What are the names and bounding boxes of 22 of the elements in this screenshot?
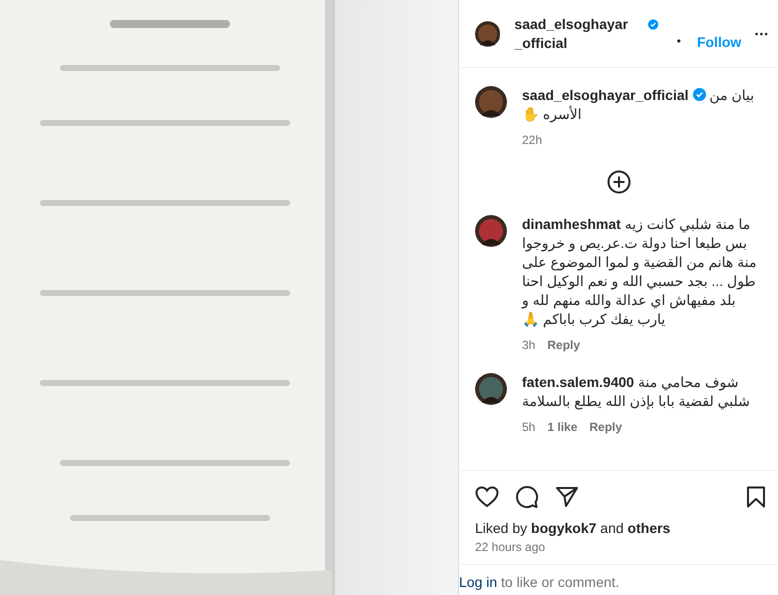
- bookmark-icon[interactable]: [746, 486, 766, 508]
- reply-button[interactable]: Reply: [547, 337, 580, 353]
- timestamp: 5h: [522, 419, 536, 435]
- heart-icon[interactable]: [475, 486, 499, 508]
- timestamp: 3h: [522, 337, 536, 353]
- reply-button[interactable]: Reply: [589, 419, 622, 435]
- follow-button[interactable]: Follow: [696, 34, 742, 50]
- like-count[interactable]: 1 like: [547, 419, 578, 435]
- login-link[interactable]: Log in: [459, 574, 498, 590]
- username[interactable]: saad_elsoghayar_official: [514, 14, 630, 52]
- more-icon[interactable]: [755, 32, 768, 36]
- separator: •: [676, 34, 681, 48]
- send-icon[interactable]: [555, 486, 579, 508]
- avatar[interactable]: [475, 215, 507, 247]
- comment-icon[interactable]: [515, 485, 539, 509]
- avatar[interactable]: [475, 86, 507, 118]
- avatar[interactable]: [475, 373, 507, 405]
- timestamp: 22h: [522, 132, 542, 148]
- load-more-icon[interactable]: [606, 170, 630, 194]
- login-prompt: Log in to like or comment.: [459, 574, 620, 590]
- post-time: 22 hours ago: [474, 539, 546, 555]
- likes-text: Liked by bogykok7 and others: [474, 519, 672, 537]
